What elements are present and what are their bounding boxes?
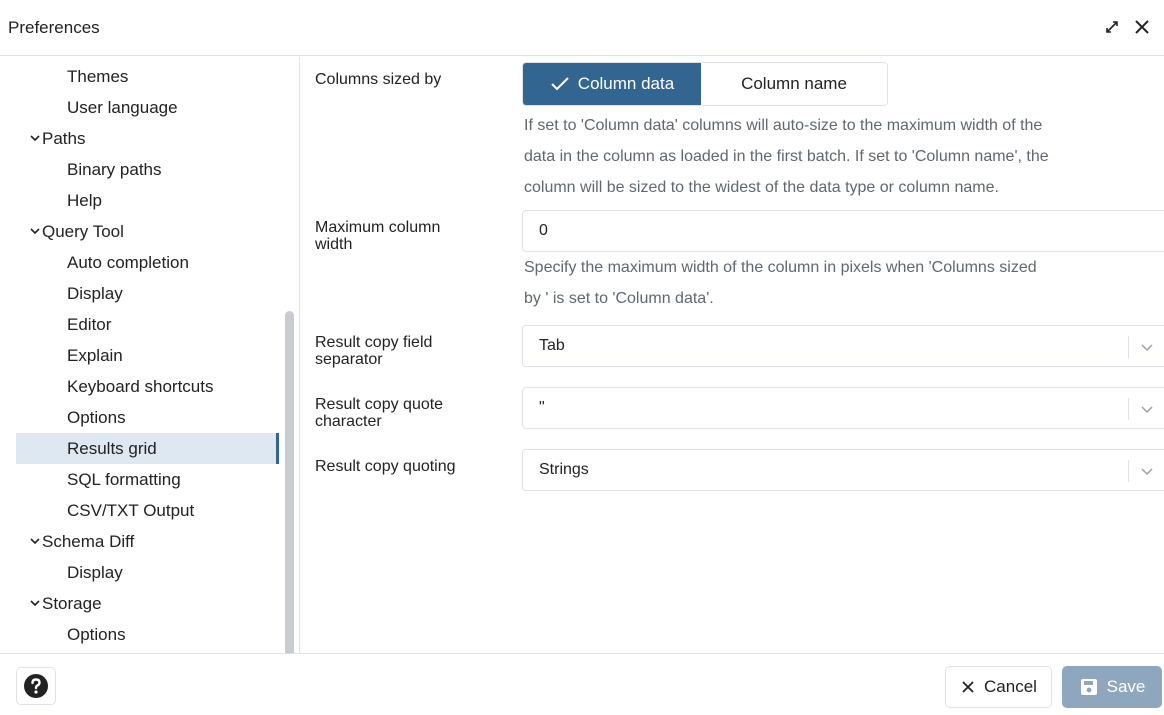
tree-item-label: Options: [67, 408, 126, 427]
close-icon[interactable]: [1130, 15, 1154, 39]
help-line: data in the column as loaded in the firs…: [524, 148, 1049, 165]
select-value: ": [539, 399, 545, 416]
tree-item-storage[interactable]: Storage: [16, 588, 279, 619]
tree-item-label: CSV/TXT Output: [67, 501, 195, 520]
tree-item-label: Editor: [67, 315, 112, 334]
select-divider: [1128, 336, 1129, 358]
tree-item-help[interactable]: Help: [16, 185, 279, 216]
tree-item-label: Results grid: [67, 439, 157, 458]
preferences-dialog: Preferences Themes User language Paths B…: [0, 0, 1164, 715]
columns-sized-by-label: Columns sized by: [315, 71, 442, 88]
label-line: width: [315, 236, 353, 253]
copy-quoting-select[interactable]: Strings: [522, 449, 1164, 491]
tree-item-user-language[interactable]: User language: [16, 92, 279, 123]
tree-item-label: Binary paths: [67, 160, 162, 179]
columns-sized-by-toggle: Column data Column name: [522, 62, 888, 106]
tree-item-label: Keyboard shortcuts: [67, 377, 214, 396]
preferences-form: Columns sized by Column data Column name…: [301, 57, 1164, 653]
tree-item-auto-completion[interactable]: Auto completion: [16, 247, 279, 278]
copy-field-separator-label: Result copy field separator: [315, 334, 495, 368]
chevron-down-icon: [1141, 468, 1153, 476]
toggle-label: Column name: [741, 74, 847, 93]
chevron-down-icon: [30, 228, 40, 235]
tree-item-themes[interactable]: Themes: [16, 61, 279, 92]
chevron-down-icon: [30, 600, 40, 607]
tree-item-label: SQL formatting: [67, 470, 181, 489]
tree-item-label: Themes: [67, 67, 129, 86]
expand-icon[interactable]: [1100, 15, 1124, 39]
tree-item-binary-paths[interactable]: Binary paths: [16, 154, 279, 185]
tree-item-options[interactable]: Options: [16, 402, 279, 433]
tree-item-schema-diff[interactable]: Schema Diff: [16, 526, 279, 557]
title-bar: Preferences: [0, 0, 1164, 56]
select-divider: [1128, 398, 1129, 420]
select-divider: [1128, 460, 1129, 482]
tree-item-label: Help: [67, 191, 102, 210]
help-line: by ' is set to 'Column data'.: [524, 290, 714, 307]
cancel-x-icon: [962, 681, 974, 693]
max-column-width-label: Maximum column width: [315, 219, 495, 253]
chevron-down-icon: [1141, 406, 1153, 414]
columns-sized-by-help: If set to 'Column data' columns will aut…: [524, 110, 1164, 203]
sidebar-scrollbar[interactable]: [285, 311, 294, 653]
cancel-label: Cancel: [984, 677, 1037, 696]
label-line: character: [315, 413, 382, 430]
dialog-footer: Cancel Save: [0, 653, 1164, 715]
column-data-toggle-button[interactable]: Column data: [523, 63, 701, 105]
copy-quoting-label: Result copy quoting: [315, 458, 456, 475]
toggle-label: Column data: [577, 74, 675, 93]
tree-item-label: Paths: [42, 129, 86, 148]
title-actions: [1100, 15, 1154, 39]
tree-item-csv-txt-output[interactable]: CSV/TXT Output: [16, 495, 279, 526]
help-line: If set to 'Column data' columns will aut…: [524, 117, 1043, 134]
tree-item-results-grid[interactable]: Results grid: [16, 433, 279, 464]
tree-item-label: Explain: [67, 346, 123, 365]
help-line: Specify the maximum width of the column …: [524, 259, 1037, 276]
column-name-toggle-button[interactable]: Column name: [701, 63, 887, 105]
tree-item-display[interactable]: Display: [16, 278, 279, 309]
tree-item-label: Display: [67, 284, 123, 303]
select-value: Strings: [539, 461, 589, 478]
copy-quote-character-select[interactable]: ": [522, 387, 1164, 429]
save-button[interactable]: Save: [1062, 666, 1162, 708]
chevron-down-icon: [30, 135, 40, 142]
tree-item-label: Options: [67, 625, 126, 644]
tree-item-label: Auto completion: [67, 253, 189, 272]
max-column-width-help: Specify the maximum width of the column …: [524, 252, 1164, 314]
copy-quote-character-label: Result copy quote character: [315, 396, 495, 430]
check-icon: [551, 77, 569, 91]
save-icon: [1080, 679, 1097, 695]
help-button[interactable]: [16, 667, 56, 705]
dialog-title: Preferences: [8, 18, 100, 37]
tree-item-schema-diff-display[interactable]: Display: [16, 557, 279, 588]
chevron-down-icon: [1141, 344, 1153, 352]
tree-item-explain[interactable]: Explain: [16, 340, 279, 371]
tree-item-editor[interactable]: Editor: [16, 309, 279, 340]
tree-item-paths[interactable]: Paths: [16, 123, 279, 154]
help-icon: [24, 674, 48, 698]
max-column-width-input[interactable]: 0: [522, 210, 1164, 252]
tree-item-sql-formatting[interactable]: SQL formatting: [16, 464, 279, 495]
preferences-tree: Themes User language Paths Binary paths …: [0, 57, 300, 653]
help-line: column will be sized to the widest of th…: [524, 179, 999, 196]
chevron-down-icon: [30, 538, 40, 545]
save-label: Save: [1106, 677, 1146, 696]
label-line: Result copy field: [315, 334, 433, 351]
tree-item-label: Query Tool: [42, 222, 124, 241]
tree-item-query-tool[interactable]: Query Tool: [16, 216, 279, 247]
tree-item-label: Schema Diff: [42, 532, 135, 551]
copy-field-separator-select[interactable]: Tab: [522, 325, 1164, 367]
tree-item-label: Display: [67, 563, 123, 582]
select-value: Tab: [539, 337, 565, 354]
label-line: separator: [315, 351, 383, 368]
tree-item-storage-options[interactable]: Options: [16, 619, 279, 650]
tree-item-label: Storage: [42, 594, 102, 613]
tree-item-label: User language: [67, 98, 178, 117]
label-line: Maximum column: [315, 219, 441, 236]
cancel-button[interactable]: Cancel: [945, 666, 1052, 708]
label-line: Result copy quote: [315, 396, 444, 413]
tree-item-keyboard-shortcuts[interactable]: Keyboard shortcuts: [16, 371, 279, 402]
